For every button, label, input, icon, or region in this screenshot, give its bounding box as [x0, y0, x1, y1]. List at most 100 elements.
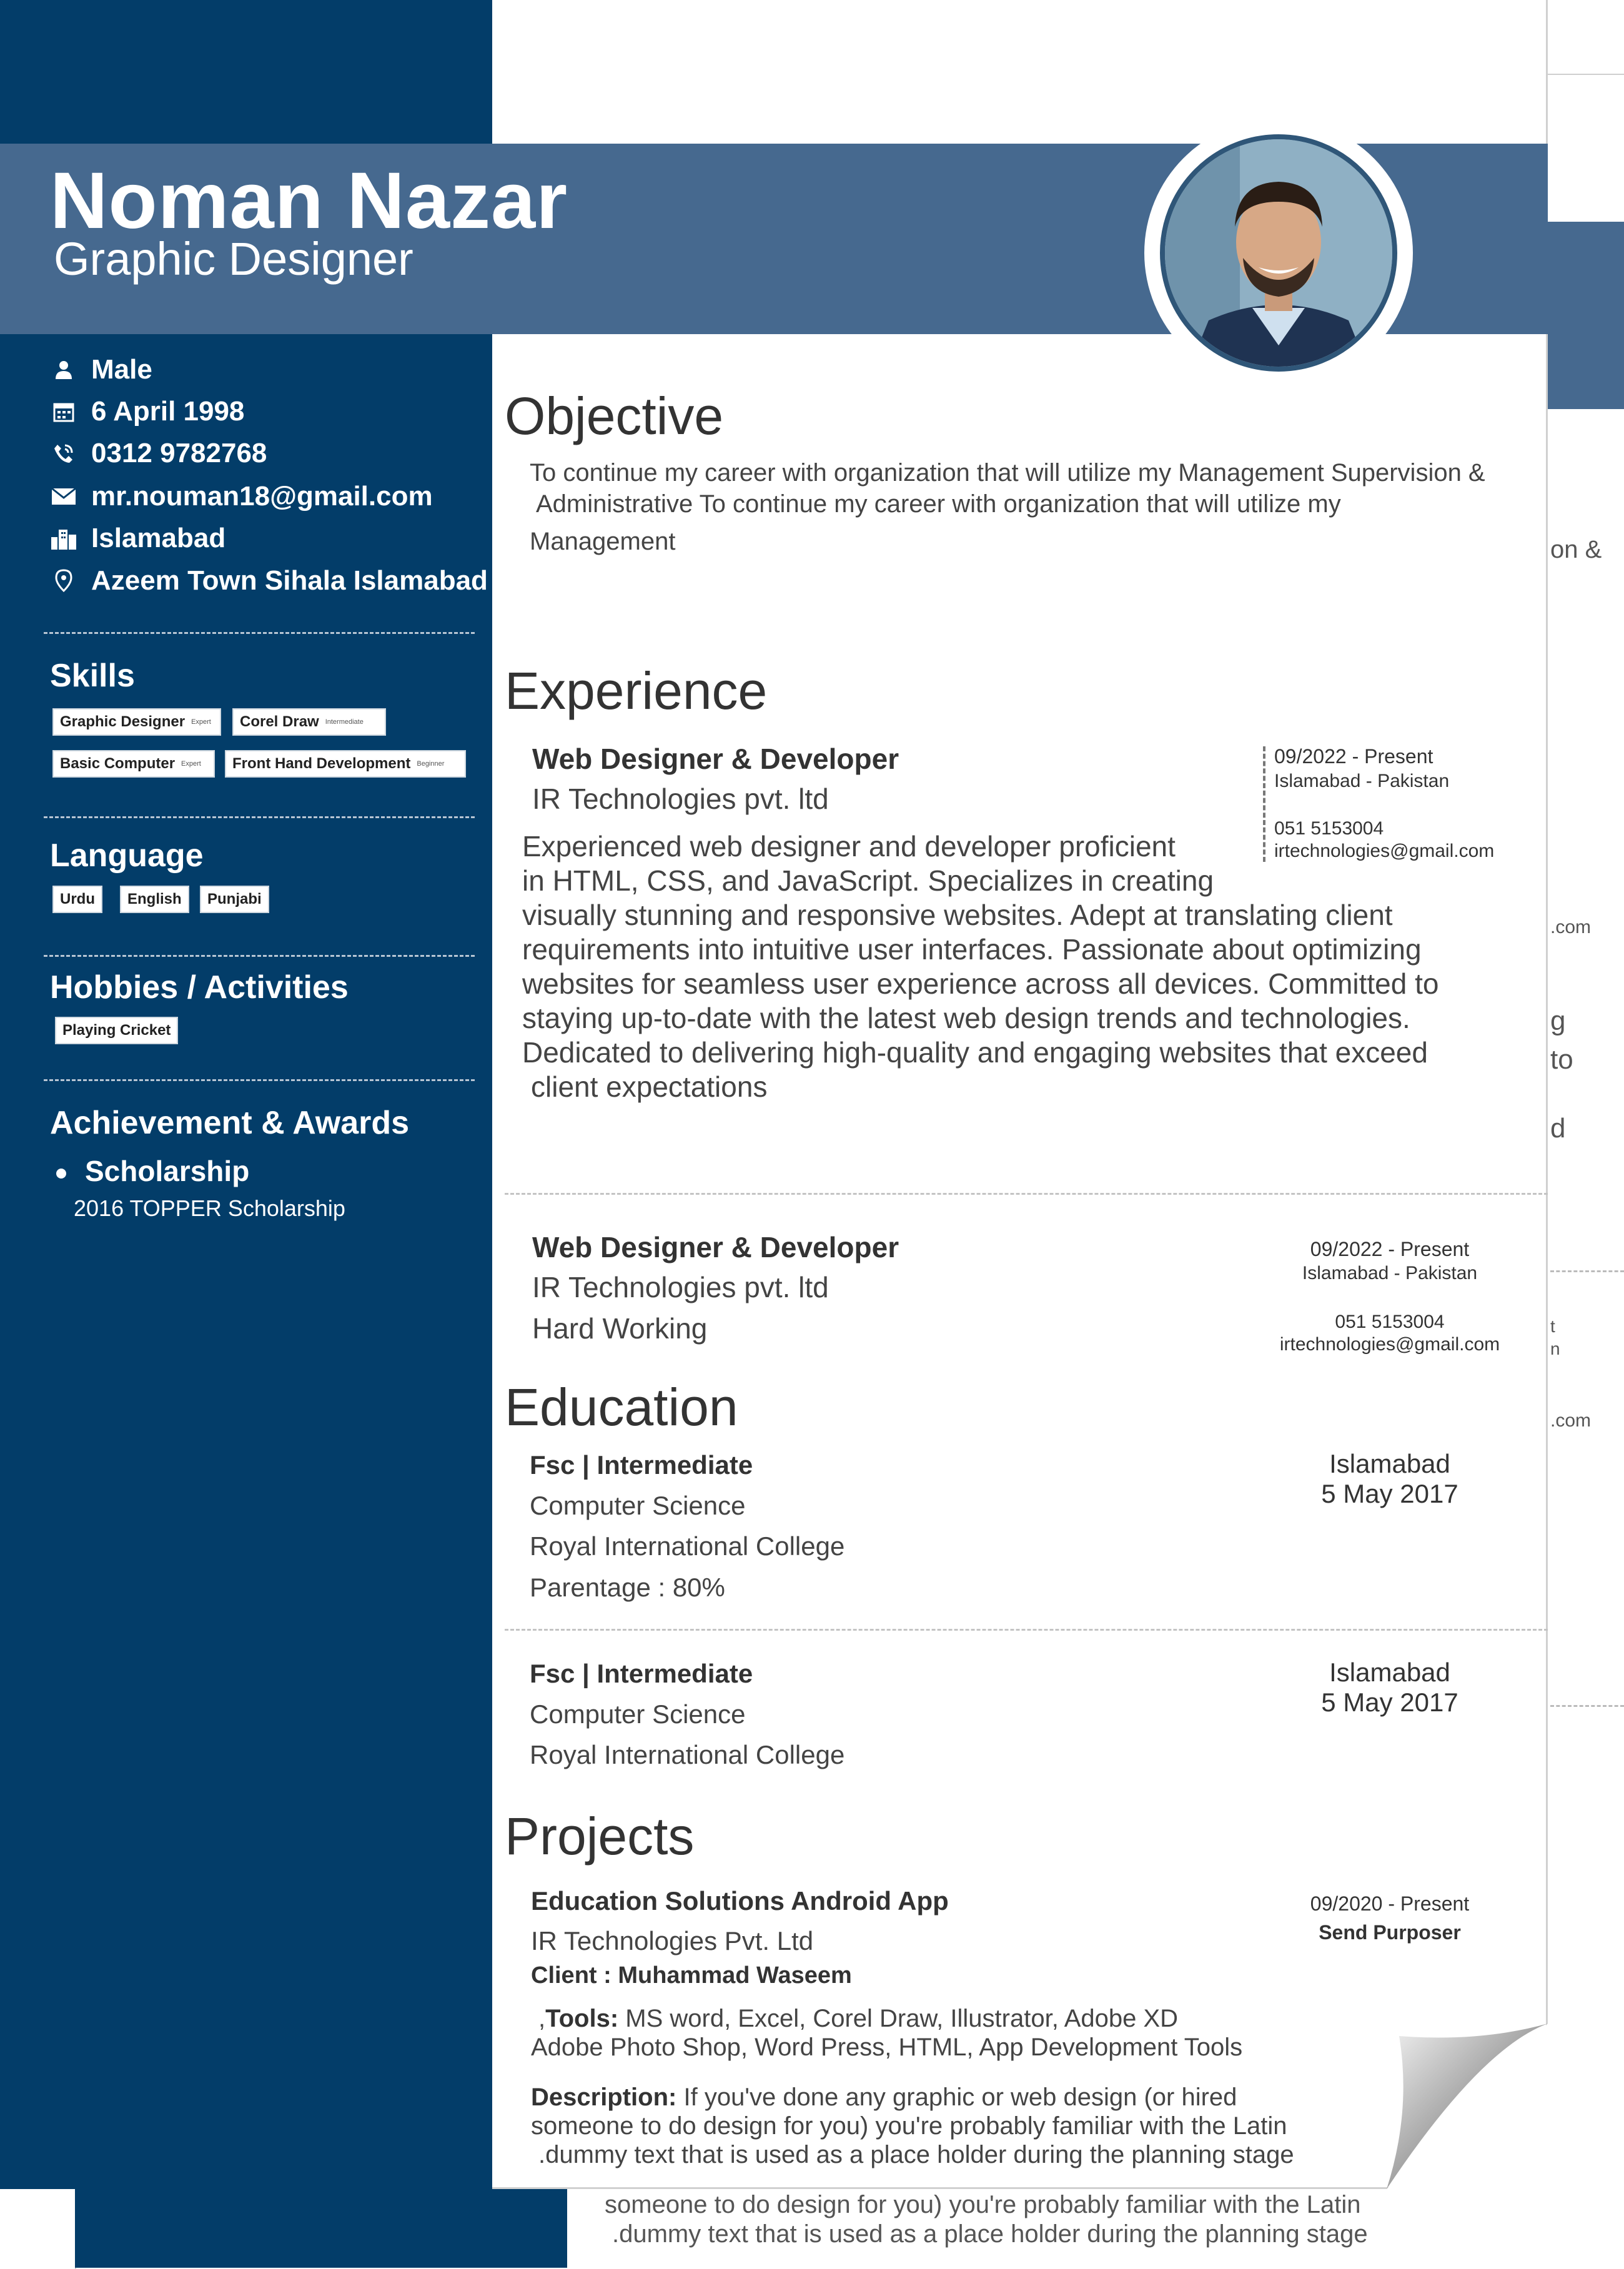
project-tools-line: Adobe Photo Shop, Word Press, HTML, App … — [531, 2034, 1243, 2061]
sidebar-divider — [44, 632, 475, 634]
edu-city: Islamabad — [1329, 1449, 1450, 1478]
job-location: Islamabad - Pakistan — [1274, 771, 1450, 791]
job-title: Web Designer & Developer — [532, 743, 899, 775]
skill-tag: Front Hand Development Beginner — [225, 750, 466, 778]
edu-degree: Fsc | Intermediate — [530, 1450, 753, 1480]
skill-tag: Graphic Designer Expert — [52, 708, 221, 736]
back-page-description-line: .dummy text that is used as a place hold… — [612, 2220, 1368, 2248]
back-page-divider — [1550, 1270, 1624, 1272]
dob-text: 6 April 1998 — [91, 396, 245, 427]
back-page-fragment: t — [1550, 1317, 1555, 1336]
skill-name: Basic Computer — [60, 755, 176, 772]
back-page-sidebar — [75, 2189, 567, 2268]
job-description-line: requirements into intuitive user interfa… — [522, 933, 1422, 966]
project-description-line: .dummy text that is used as a place hold… — [538, 2141, 1294, 2168]
project-period: 09/2020 - Present — [1310, 1892, 1470, 1915]
job-description-line: staying up-to-date with the latest web d… — [522, 1002, 1410, 1034]
job-description-line: in HTML, CSS, and JavaScript. Specialize… — [522, 864, 1214, 897]
award-title: Scholarship — [85, 1155, 250, 1187]
project-company: IR Technologies Pvt. Ltd — [531, 1926, 814, 1955]
job-location: Islamabad - Pakistan — [1302, 1263, 1478, 1283]
skill-name: Front Hand Development — [232, 755, 411, 772]
edu-field: Computer Science — [530, 1491, 746, 1520]
language-tag: English — [120, 886, 189, 913]
job-description-line: visually stunning and responsive website… — [522, 899, 1393, 931]
skills-heading: Skills — [50, 658, 135, 694]
job-company: IR Technologies pvt. ltd — [532, 783, 829, 815]
address-text: Azeem Town Sihala Islamabad — [91, 565, 488, 596]
email-text: mr.nouman18@gmail.com — [91, 481, 433, 512]
awards-heading: Achievement & Awards — [50, 1105, 410, 1141]
job-description-line: websites for seamless user experience ac… — [522, 967, 1439, 1000]
skill-level: Expert — [191, 718, 211, 726]
back-page-fragment: to — [1550, 1044, 1573, 1075]
back-page-fragment: n — [1550, 1339, 1560, 1358]
objective-line: Administrative To continue my career wit… — [536, 490, 1341, 518]
job-title: Web Designer & Developer — [532, 1231, 899, 1263]
back-page-divider — [1550, 1705, 1624, 1707]
skill-tag: Corel Draw Intermediate — [232, 708, 386, 736]
job-period: 09/2022 - Present — [1274, 745, 1433, 768]
job-note: Hard Working — [532, 1312, 708, 1345]
city-text: Islamabad — [91, 523, 226, 553]
experience-divider — [505, 1193, 1548, 1195]
back-page-fragment: g — [1550, 1006, 1566, 1036]
bullet-icon — [56, 1168, 66, 1179]
contact-dob: 6 April 1998 — [50, 393, 244, 430]
contact-email: mr.nouman18@gmail.com — [50, 478, 433, 515]
job-period: 09/2022 - Present — [1310, 1238, 1470, 1260]
experience-heading: Experience — [505, 661, 768, 720]
edu-field: Computer Science — [530, 1699, 746, 1729]
language-tag: Urdu — [52, 886, 102, 913]
skill-level: Beginner — [417, 760, 445, 768]
contact-gender: Male — [50, 351, 152, 388]
contact-city: Islamabad — [50, 520, 225, 557]
job-phone: 051 5153004 — [1335, 1312, 1445, 1332]
edu-degree: Fsc | Intermediate — [530, 1659, 753, 1688]
language-tag: Punjabi — [200, 886, 269, 913]
city-icon — [50, 525, 77, 552]
tools-prefix: , — [538, 2005, 546, 2032]
edu-grade: Parentage : 80% — [530, 1573, 725, 1602]
skill-level: Expert — [181, 760, 201, 768]
language-heading: Language — [50, 838, 204, 874]
tools-value: MS word, Excel, Corel Draw, Illustrator,… — [625, 2005, 1179, 2032]
project-client: Client : Muhammad Waseem — [531, 1962, 852, 1989]
project-status: Send Purposer — [1319, 1921, 1461, 1944]
education-divider — [505, 1629, 1548, 1631]
objective-line: To continue my career with organization … — [530, 459, 1485, 487]
sidebar-divider — [44, 1079, 475, 1081]
back-page-fragment: on & — [1550, 536, 1602, 563]
gender-text: Male — [91, 354, 152, 385]
edu-institute: Royal International College — [530, 1740, 845, 1769]
back-page-header-band — [1548, 222, 1624, 409]
back-page-fragment: .com — [1550, 917, 1592, 937]
description-value: If you've done any graphic or web design… — [683, 2084, 1237, 2111]
objective-heading: Objective — [505, 387, 724, 445]
job-description-line: Experienced web designer and developer p… — [522, 830, 1176, 863]
contact-address: Azeem Town Sihala Islamabad — [50, 562, 488, 600]
candidate-title: Graphic Designer — [54, 233, 413, 285]
job-description: Experienced web designer and developer p… — [522, 829, 1439, 1104]
job-email: irtechnologies@gmail.com — [1279, 1334, 1500, 1355]
skill-name: Corel Draw — [240, 713, 319, 730]
page-curl-icon — [1387, 2024, 1548, 2189]
edu-date: 5 May 2017 — [1321, 1688, 1458, 1717]
hobby-tag: Playing Cricket — [55, 1017, 179, 1044]
location-pin-icon — [50, 567, 77, 595]
job-description-line: client expectations — [531, 1070, 768, 1103]
project-name: Education Solutions Android App — [531, 1886, 949, 1916]
projects-heading: Projects — [505, 1807, 695, 1866]
edu-city: Islamabad — [1329, 1658, 1450, 1687]
project-description-line: Description: If you've done any graphic … — [531, 2084, 1237, 2112]
profile-photo — [1160, 134, 1397, 372]
skill-name: Graphic Designer — [60, 713, 186, 730]
education-heading: Education — [505, 1378, 738, 1436]
phone-text: 0312 9782768 — [91, 438, 267, 468]
mail-icon — [50, 483, 77, 510]
edu-institute: Royal International College — [530, 1531, 845, 1561]
hobbies-heading: Hobbies / Activities — [50, 969, 349, 1006]
job-description-line: Dedicated to delivering high-quality and… — [522, 1036, 1428, 1069]
sidebar-divider — [44, 955, 475, 957]
phone-icon — [50, 440, 77, 467]
